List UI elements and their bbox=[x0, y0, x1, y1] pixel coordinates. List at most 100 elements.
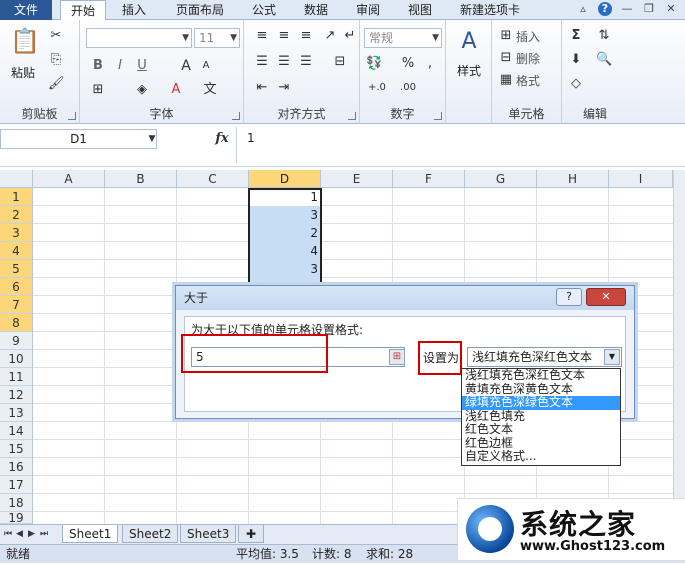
row-header[interactable]: 12 bbox=[0, 386, 33, 404]
styles-icon[interactable]: A bbox=[456, 28, 482, 56]
bold-button[interactable]: B bbox=[90, 58, 106, 74]
format-option[interactable]: 自定义格式... bbox=[462, 449, 620, 464]
row-header[interactable]: 5 bbox=[0, 260, 33, 278]
insert-function-button[interactable]: fx bbox=[214, 131, 230, 147]
shrink-font-icon[interactable]: A bbox=[198, 58, 214, 74]
number-format-combo[interactable]: 常规 ▼ bbox=[364, 28, 442, 48]
format-option[interactable]: 绿填充色深绿色文本 bbox=[462, 395, 620, 410]
grow-font-icon[interactable]: A bbox=[178, 58, 194, 74]
font-color-icon[interactable]: A bbox=[168, 82, 184, 98]
percent-button[interactable]: % bbox=[400, 56, 416, 72]
align-center-icon[interactable]: ☰ bbox=[276, 54, 292, 70]
italic-button[interactable]: I bbox=[112, 58, 128, 74]
align-left-icon[interactable]: ☰ bbox=[254, 54, 270, 70]
tab-page-layout[interactable]: 页面布局 bbox=[168, 0, 232, 20]
decrease-decimal-icon[interactable]: .00 bbox=[400, 80, 416, 96]
row-header[interactable]: 7 bbox=[0, 296, 33, 314]
sheet-tab-1[interactable]: Sheet1 bbox=[62, 525, 119, 543]
paste-icon[interactable]: 📋 bbox=[10, 26, 40, 56]
tab-review[interactable]: 审阅 bbox=[348, 0, 388, 20]
column-header-d[interactable]: D bbox=[249, 170, 321, 188]
delete-cells-button[interactable]: 删除 bbox=[516, 50, 540, 67]
column-header-e[interactable]: E bbox=[321, 170, 393, 188]
increase-decimal-icon[interactable]: +.0 bbox=[368, 80, 386, 96]
row-header[interactable]: 16 bbox=[0, 458, 33, 476]
tab-home[interactable]: 开始 bbox=[60, 0, 106, 21]
column-header-b[interactable]: B bbox=[105, 170, 177, 188]
format-option[interactable]: 红色文本 bbox=[462, 422, 620, 437]
row-header[interactable]: 9 bbox=[0, 332, 33, 350]
window-close-icon[interactable]: ✕ bbox=[664, 2, 678, 16]
sheet-tab-2[interactable]: Sheet2 bbox=[122, 525, 179, 543]
format-cells-button[interactable]: 格式 bbox=[516, 72, 540, 89]
decrease-indent-icon[interactable]: ⇤ bbox=[254, 80, 270, 96]
format-option[interactable]: 红色边框 bbox=[462, 436, 620, 451]
alignment-launcher-icon[interactable] bbox=[348, 112, 356, 120]
help-icon[interactable]: ? bbox=[598, 2, 612, 16]
column-header-c[interactable]: C bbox=[177, 170, 249, 188]
number-launcher-icon[interactable] bbox=[434, 112, 442, 120]
column-header-g[interactable]: G bbox=[465, 170, 537, 188]
sheet-tab-3[interactable]: Sheet3 bbox=[180, 525, 237, 543]
column-header-h[interactable]: H bbox=[537, 170, 609, 188]
insert-cells-icon[interactable]: ⊞ bbox=[498, 28, 514, 44]
sort-filter-icon[interactable]: ⇅ bbox=[596, 28, 612, 44]
tab-insert[interactable]: 插入 bbox=[112, 0, 156, 20]
currency-icon[interactable]: 💱 bbox=[366, 56, 382, 72]
column-header-i[interactable]: I bbox=[609, 170, 673, 188]
align-right-icon[interactable]: ☰ bbox=[298, 54, 314, 70]
name-box-dropdown-icon[interactable]: ▼ bbox=[144, 131, 160, 147]
row-header[interactable]: 18 bbox=[0, 494, 33, 512]
column-header-a[interactable]: A bbox=[33, 170, 105, 188]
merge-center-icon[interactable]: ⊟ bbox=[332, 54, 348, 70]
comma-button[interactable]: , bbox=[422, 56, 438, 72]
fill-color-icon[interactable]: ◈ bbox=[134, 82, 150, 98]
autosum-icon[interactable]: Σ bbox=[568, 28, 584, 44]
row-header[interactable]: 6 bbox=[0, 278, 33, 296]
row-header[interactable]: 11 bbox=[0, 368, 33, 386]
fill-icon[interactable]: ⬇ bbox=[568, 52, 584, 68]
column-header-f[interactable]: F bbox=[393, 170, 465, 188]
format-option[interactable]: 黄填充色深黄色文本 bbox=[462, 382, 620, 397]
chevron-down-icon[interactable]: ▼ bbox=[604, 349, 620, 365]
row-header[interactable]: 14 bbox=[0, 422, 33, 440]
cut-icon[interactable]: ✂ bbox=[48, 28, 64, 44]
minimize-ribbon-icon[interactable]: ▵ bbox=[576, 2, 590, 16]
row-header[interactable]: 15 bbox=[0, 440, 33, 458]
dialog-help-button[interactable]: ? bbox=[556, 288, 582, 306]
name-box[interactable]: D1 bbox=[0, 129, 157, 149]
next-sheet-icon[interactable]: ▶ bbox=[28, 528, 38, 540]
delete-cells-icon[interactable]: ⊟ bbox=[498, 50, 514, 66]
row-header[interactable]: 17 bbox=[0, 476, 33, 494]
font-size-combo[interactable]: 11 ▼ bbox=[194, 28, 240, 48]
row-header[interactable]: 3 bbox=[0, 224, 33, 242]
dialog-close-button[interactable]: ✕ bbox=[586, 288, 626, 306]
align-bottom-icon[interactable]: ≡ bbox=[298, 28, 314, 44]
row-header[interactable]: 10 bbox=[0, 350, 33, 368]
borders-icon[interactable]: ⊞ bbox=[90, 82, 106, 98]
window-minimize-icon[interactable]: — bbox=[620, 2, 634, 16]
vertical-scrollbar[interactable] bbox=[673, 170, 685, 524]
last-sheet-icon[interactable]: ⏭ bbox=[40, 528, 50, 540]
prev-sheet-icon[interactable]: ◀ bbox=[16, 528, 26, 540]
select-all-corner[interactable] bbox=[0, 170, 33, 188]
formula-input[interactable]: 1 bbox=[236, 127, 668, 163]
clear-icon[interactable]: ◇ bbox=[568, 76, 584, 92]
window-restore-icon[interactable]: ❐ bbox=[642, 2, 656, 16]
copy-icon[interactable]: ⎘ bbox=[48, 52, 64, 68]
underline-button[interactable]: U bbox=[134, 58, 150, 74]
find-select-icon[interactable]: 🔍 bbox=[596, 52, 612, 68]
clipboard-launcher-icon[interactable] bbox=[68, 112, 76, 120]
row-header[interactable]: 19 bbox=[0, 512, 33, 524]
styles-button[interactable]: 样式 bbox=[450, 62, 488, 79]
align-middle-icon[interactable]: ≡ bbox=[276, 28, 292, 44]
orientation-icon[interactable]: ↗ bbox=[322, 28, 338, 44]
paste-button[interactable]: 粘贴 bbox=[6, 64, 40, 81]
font-name-combo[interactable]: ▼ bbox=[86, 28, 192, 48]
tab-new-tab[interactable]: 新建选项卡 bbox=[452, 0, 528, 20]
format-cells-icon[interactable]: ▦ bbox=[498, 72, 514, 88]
file-tab[interactable]: 文件 bbox=[0, 0, 52, 20]
row-header[interactable]: 13 bbox=[0, 404, 33, 422]
align-top-icon[interactable]: ≡ bbox=[254, 28, 270, 44]
new-sheet-icon[interactable]: ✚ bbox=[238, 525, 264, 543]
